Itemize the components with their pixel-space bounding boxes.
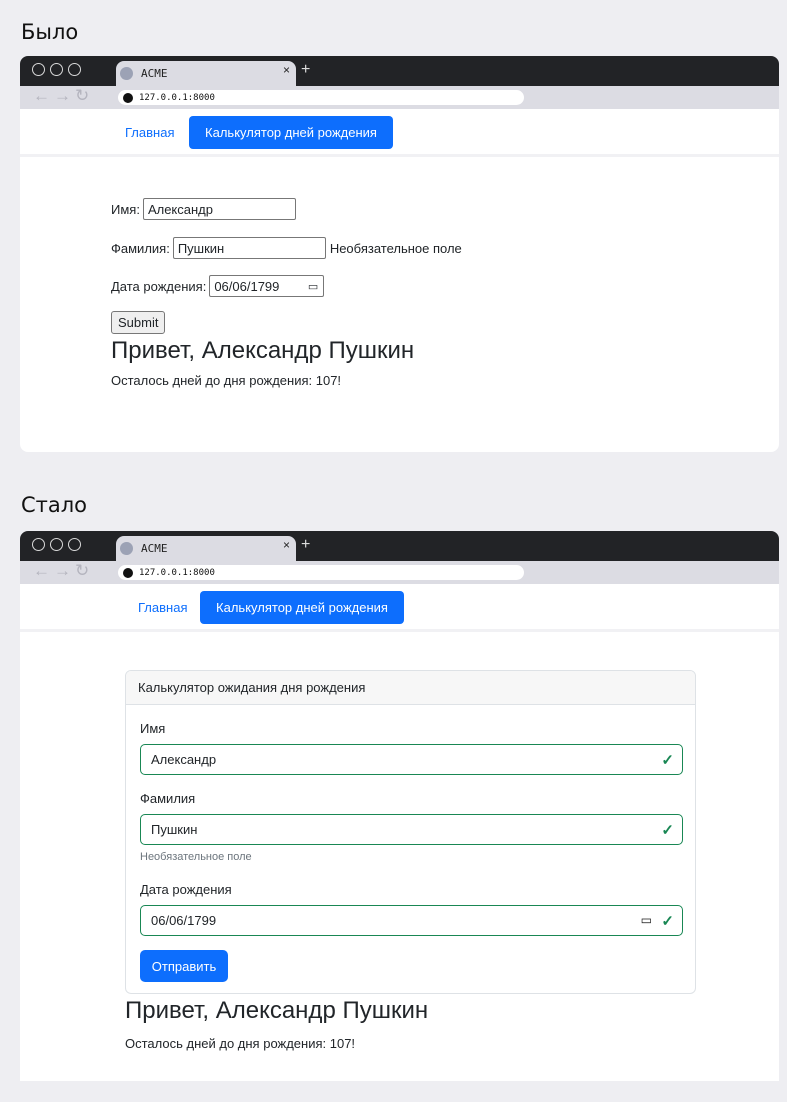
browser-tab[interactable]: ACME ×	[116, 536, 296, 561]
first-name-label: Имя	[140, 721, 166, 736]
first-name-value: Александр	[151, 752, 217, 767]
page-content: Имя: Александр Фамилия: Пушкин Необязате…	[20, 157, 779, 447]
page-content: Калькулятор ожидания дня рождения Имя Ал…	[20, 632, 779, 1081]
calculator-card: Калькулятор ожидания дня рождения Имя Ал…	[125, 670, 696, 994]
window-controls[interactable]	[32, 63, 81, 76]
minimize-window-button[interactable]	[50, 538, 63, 551]
title-bar: ACME × +	[20, 56, 779, 86]
first-name-label: Имя:	[111, 201, 140, 217]
last-name-row: Фамилия: Пушкин Необязательное поле	[111, 237, 462, 259]
birthdate-input[interactable]: 06/06/1799 ▭ ✓	[140, 905, 683, 936]
new-tab-icon[interactable]: +	[301, 61, 310, 79]
url-text: 127.0.0.1:8000	[139, 567, 215, 578]
section-label-before: Было	[21, 20, 79, 44]
calendar-icon[interactable]: ▭	[308, 280, 318, 293]
nav-link-home[interactable]: Главная	[138, 600, 187, 615]
last-name-input[interactable]: Пушкин	[172, 237, 326, 259]
first-name-row: Имя: Александр	[111, 198, 296, 220]
first-name-input[interactable]: Александр ✓	[140, 744, 683, 775]
nav-link-home[interactable]: Главная	[125, 125, 174, 140]
url-field[interactable]: 127.0.0.1:8000	[118, 90, 524, 105]
greeting-heading: Привет, Александр Пушкин	[111, 337, 415, 364]
favicon-icon	[120, 542, 133, 555]
site-navbar: Главная Калькулятор дней рождения	[20, 109, 779, 157]
check-icon: ✓	[661, 913, 674, 930]
close-window-button[interactable]	[32, 538, 45, 551]
close-window-button[interactable]	[32, 63, 45, 76]
last-name-label: Фамилия	[140, 791, 196, 806]
check-icon: ✓	[661, 752, 674, 769]
address-bar: ←→↻ 127.0.0.1:8000	[20, 561, 779, 584]
last-name-hint: Необязательное поле	[329, 240, 462, 256]
tab-title: ACME	[141, 67, 168, 80]
calendar-icon[interactable]: ▭	[641, 913, 652, 927]
site-navbar: Главная Калькулятор дней рождения	[20, 584, 779, 632]
site-info-icon	[123, 567, 133, 578]
title-bar: ACME × +	[20, 531, 779, 561]
nav-link-birthday-calculator[interactable]: Калькулятор дней рождения	[200, 591, 404, 624]
address-bar: ←→↻ 127.0.0.1:8000	[20, 86, 779, 109]
url-text: 127.0.0.1:8000	[139, 92, 215, 103]
birthdate-value: 06/06/1799	[214, 278, 280, 294]
greeting-heading: Привет, Александр Пушкин	[125, 997, 429, 1024]
browser-tab[interactable]: ACME ×	[116, 61, 296, 86]
card-title: Калькулятор ожидания дня рождения	[126, 671, 695, 705]
last-name-label: Фамилия:	[111, 240, 170, 256]
submit-button[interactable]: Отправить	[140, 950, 228, 982]
section-label-after: Стало	[21, 493, 88, 517]
maximize-window-button[interactable]	[68, 538, 81, 551]
days-left-text: Осталось дней до дня рождения: 107!	[111, 373, 342, 388]
days-left-text: Осталось дней до дня рождения: 107!	[125, 1036, 356, 1051]
nav-arrows-icon[interactable]: ←→↻	[33, 86, 93, 106]
first-name-input[interactable]: Александр	[142, 198, 296, 220]
birthdate-row: Дата рождения: 06/06/1799 ▭	[111, 275, 325, 297]
last-name-input[interactable]: Пушкин ✓	[140, 814, 683, 845]
close-tab-icon[interactable]: ×	[283, 63, 290, 77]
birthdate-label: Дата рождения	[140, 882, 232, 897]
tab-title: ACME	[141, 542, 168, 555]
close-tab-icon[interactable]: ×	[283, 538, 290, 552]
birthdate-label: Дата рождения:	[111, 278, 207, 294]
window-controls[interactable]	[32, 538, 81, 551]
maximize-window-button[interactable]	[68, 63, 81, 76]
new-tab-icon[interactable]: +	[301, 536, 310, 554]
nav-arrows-icon[interactable]: ←→↻	[33, 561, 93, 581]
birthdate-value: 06/06/1799	[151, 913, 217, 928]
url-field[interactable]: 127.0.0.1:8000	[118, 565, 524, 580]
browser-window-after: ACME × + ←→↻ 127.0.0.1:8000 Главная Каль…	[20, 531, 779, 1081]
site-info-icon	[123, 92, 133, 103]
nav-link-birthday-calculator[interactable]: Калькулятор дней рождения	[189, 116, 393, 149]
last-name-hint: Необязательное поле	[140, 851, 252, 863]
submit-button[interactable]: Submit	[111, 311, 166, 334]
favicon-icon	[120, 67, 133, 80]
last-name-value: Пушкин	[151, 822, 198, 837]
minimize-window-button[interactable]	[50, 63, 63, 76]
browser-window-before: ACME × + ←→↻ 127.0.0.1:8000 Главная Каль…	[20, 56, 779, 452]
check-icon: ✓	[661, 822, 674, 839]
birthdate-input[interactable]: 06/06/1799 ▭	[209, 275, 325, 297]
